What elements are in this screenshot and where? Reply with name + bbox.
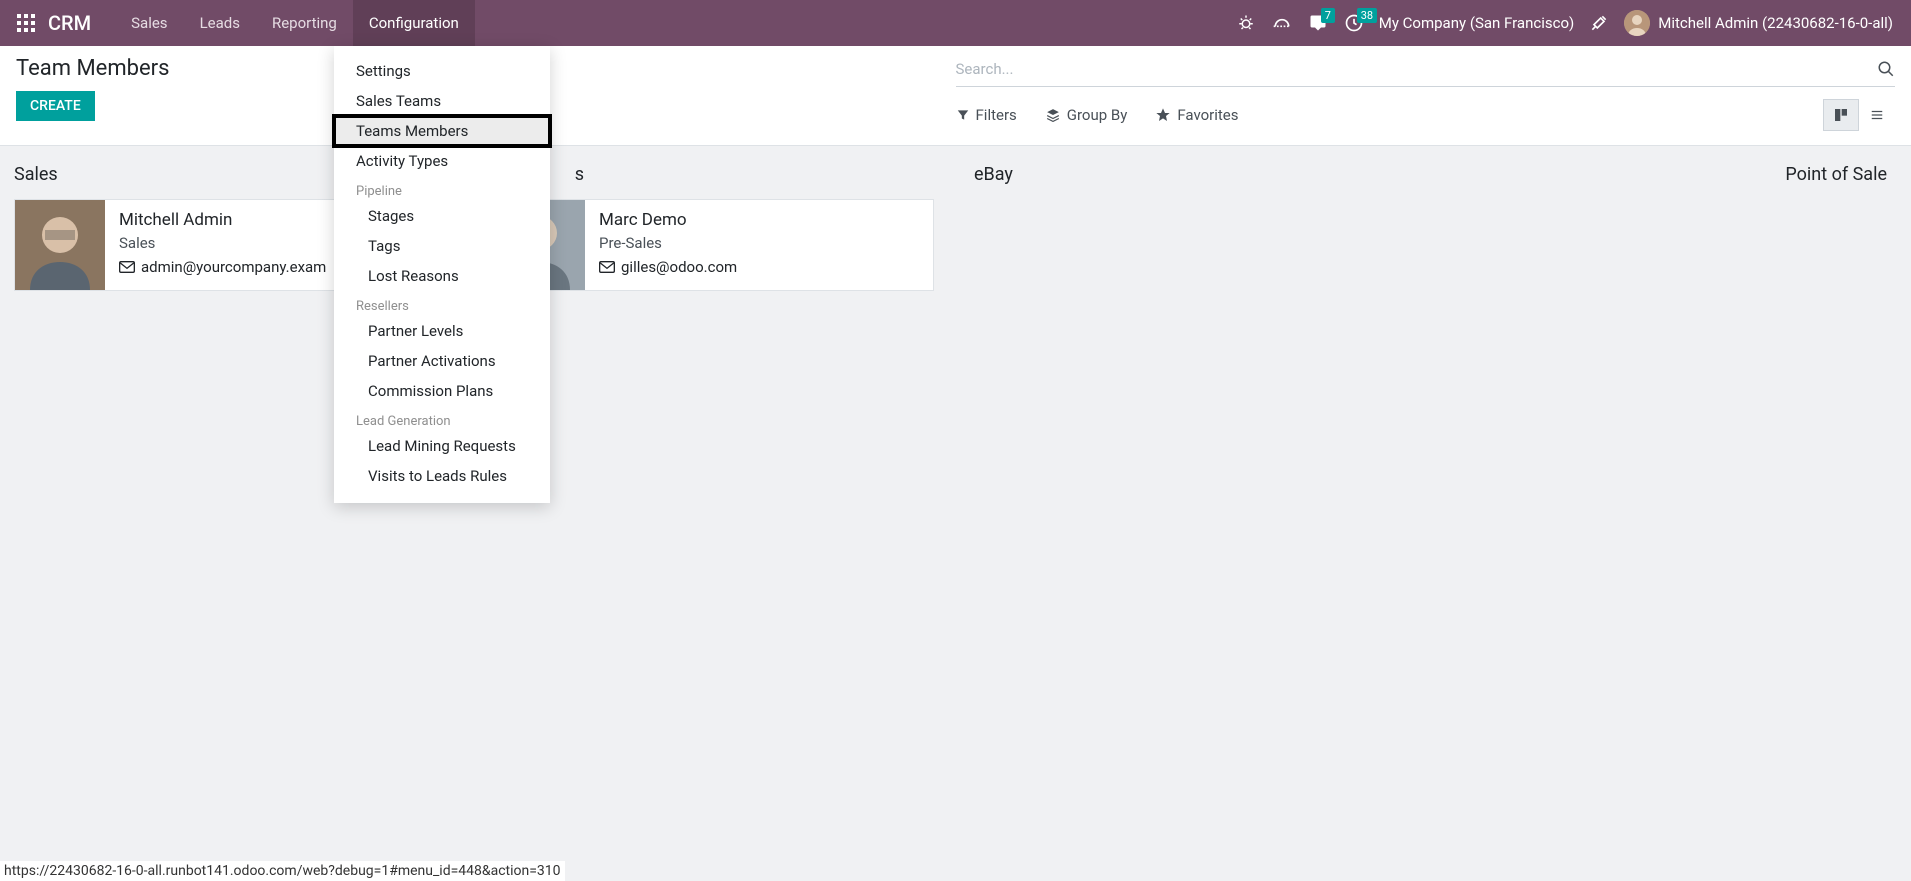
menu-commission-plans[interactable]: Commission Plans [334, 376, 550, 406]
menu-lost-reasons[interactable]: Lost Reasons [334, 261, 550, 291]
app-brand[interactable]: CRM [48, 11, 91, 35]
user-menu[interactable]: Mitchell Admin (22430682-16-0-all) [1624, 10, 1893, 36]
nav-configuration[interactable]: Configuration [353, 0, 475, 46]
nav-reporting[interactable]: Reporting [256, 0, 353, 46]
menu-sales-teams[interactable]: Sales Teams [334, 86, 550, 116]
nav-right: 7 38 My Company (San Francisco) Mitchell… [1235, 10, 1903, 36]
group-by-button[interactable]: Group By [1045, 106, 1128, 124]
card-name: Mitchell Admin [119, 210, 326, 230]
menu-teams-members[interactable]: Teams Members [334, 116, 550, 146]
list-view-button[interactable] [1859, 99, 1895, 131]
user-avatar-icon [1624, 10, 1650, 36]
search-icon[interactable] [1877, 60, 1895, 78]
control-panel: Team Members CREATE Filters Group By Fav… [0, 46, 1911, 146]
list-icon [1868, 108, 1886, 122]
status-url: https://22430682-16-0-all.runbot141.odoo… [0, 861, 565, 881]
card-email[interactable]: gilles@odoo.com [599, 258, 737, 276]
kanban-card[interactable]: Marc Demo Pre-Sales gilles@odoo.com [494, 199, 934, 291]
nav-leads[interactable]: Leads [184, 0, 256, 46]
menu-header-resellers: Resellers [334, 291, 550, 316]
apps-icon[interactable] [14, 11, 38, 35]
menu-header-leadgen: Lead Generation [334, 406, 550, 431]
kanban-icon [1833, 107, 1849, 123]
filters-button[interactable]: Filters [956, 106, 1017, 124]
kanban-column-ebay: eBay [974, 158, 1013, 291]
messages-badge: 7 [1321, 8, 1335, 23]
menu-settings[interactable]: Settings [334, 56, 550, 86]
nav-menu: Sales Leads Reporting Configuration [115, 0, 475, 46]
layers-icon [1045, 108, 1061, 122]
card-role: Sales [119, 234, 326, 252]
nav-sales[interactable]: Sales [115, 0, 183, 46]
card-name: Marc Demo [599, 210, 737, 230]
menu-lead-mining[interactable]: Lead Mining Requests [334, 431, 550, 461]
column-title[interactable]: eBay [974, 164, 1013, 185]
mail-icon [599, 261, 615, 273]
search-bar[interactable] [956, 56, 1896, 87]
menu-tags[interactable]: Tags [334, 231, 550, 261]
configuration-dropdown: Settings Sales Teams Teams Members Activ… [334, 46, 550, 503]
filter-icon [956, 108, 970, 122]
main-navbar: CRM Sales Leads Reporting Configuration … [0, 0, 1911, 46]
tools-icon[interactable] [1588, 12, 1610, 34]
menu-header-pipeline: Pipeline [334, 176, 550, 201]
menu-partner-levels[interactable]: Partner Levels [334, 316, 550, 346]
activities-badge: 38 [1357, 8, 1377, 23]
menu-stages[interactable]: Stages [334, 201, 550, 231]
card-email[interactable]: admin@yourcompany.exam [119, 258, 326, 276]
mail-icon [119, 261, 135, 273]
column-title[interactable]: Point of Sale [1785, 164, 1887, 185]
kanban-view-button[interactable] [1823, 99, 1859, 131]
kanban-column-pos: Point of Sale [1785, 158, 1887, 291]
search-input[interactable] [956, 56, 1878, 82]
kanban-view: Sales Mitchell Admin Sales admin@yourcom… [0, 146, 1911, 291]
company-switcher[interactable]: My Company (San Francisco) [1379, 14, 1574, 32]
menu-activity-types[interactable]: Activity Types [334, 146, 550, 176]
card-avatar [15, 200, 105, 290]
support-icon[interactable] [1271, 12, 1293, 34]
activities-icon[interactable]: 38 [1343, 12, 1365, 34]
favorites-button[interactable]: Favorites [1155, 106, 1238, 124]
card-role: Pre-Sales [599, 234, 737, 252]
create-button[interactable]: CREATE [16, 91, 95, 121]
menu-partner-activations[interactable]: Partner Activations [334, 346, 550, 376]
star-icon [1155, 107, 1171, 123]
menu-visits-rules[interactable]: Visits to Leads Rules [334, 461, 550, 491]
messages-icon[interactable]: 7 [1307, 12, 1329, 34]
user-name: Mitchell Admin (22430682-16-0-all) [1658, 14, 1893, 32]
debug-icon[interactable] [1235, 12, 1257, 34]
